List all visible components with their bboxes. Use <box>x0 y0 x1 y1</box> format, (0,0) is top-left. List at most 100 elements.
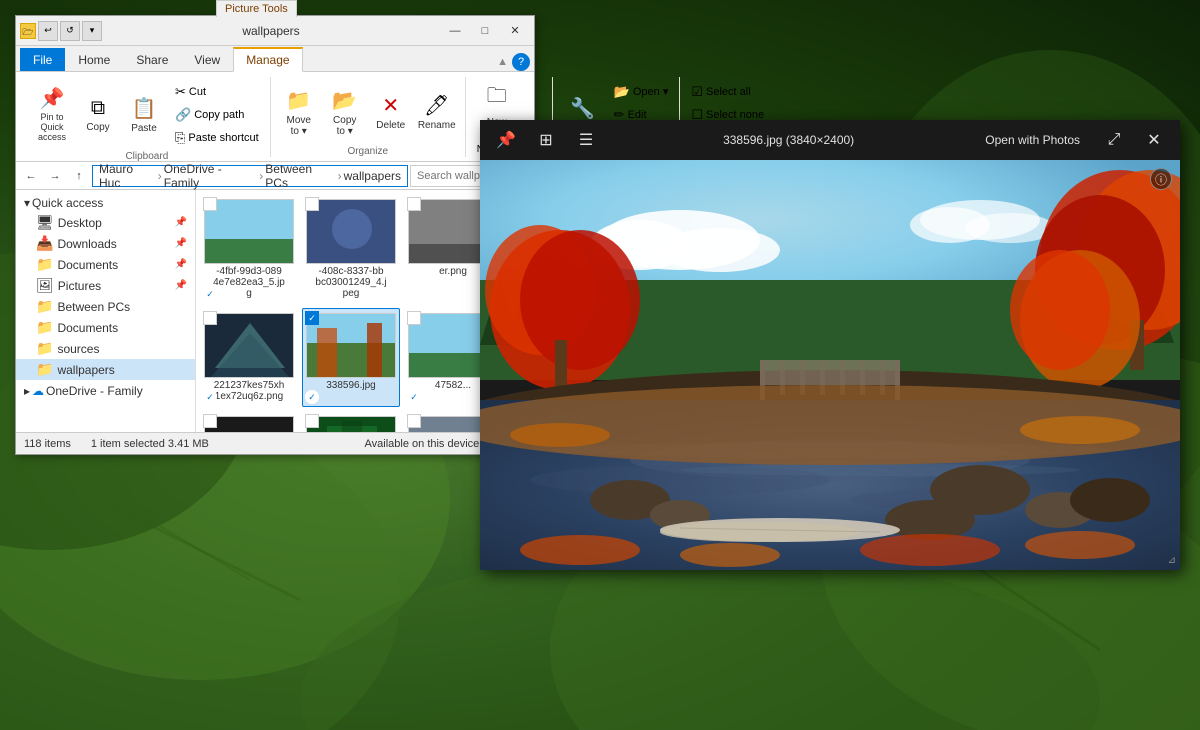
availability-info: Available on this device <box>365 438 480 450</box>
quick-access-btn[interactable]: ↩ <box>38 21 58 41</box>
sidebar-item-desktop[interactable]: 🖥 Desktop 📌 <box>16 212 195 233</box>
resize-handle[interactable]: ⊿ <box>1168 555 1176 566</box>
tab-home[interactable]: Home <box>65 48 123 71</box>
pictures-folder-icon: 🖼 <box>36 277 54 294</box>
path-between-pcs[interactable]: Between PCs <box>265 162 335 190</box>
tab-manage[interactable]: Manage <box>233 47 302 72</box>
sidebar-item-pictures[interactable]: 🖼 Pictures 📌 <box>16 275 195 296</box>
onedrive-label: OneDrive - Family <box>46 384 143 398</box>
path-onedrive[interactable]: OneDrive - Family <box>164 162 258 190</box>
file-item-5[interactable]: ✓ ✓ 338596.jpg <box>302 308 400 407</box>
copy-to-label: Copyto ▾ <box>333 115 356 137</box>
sidebar-item-sources[interactable]: 📁 sources <box>16 338 195 359</box>
paste-icon: 📋 <box>132 96 157 121</box>
copy-path-btn[interactable]: 🔗 Copy path <box>170 104 264 126</box>
file-item-1[interactable]: ✓ -4fbf-99d3-0894e7e82ea3_5.jpg <box>200 194 298 304</box>
sidebar-item-docs-sub[interactable]: 📁 Documents <box>16 317 195 338</box>
address-path[interactable]: Mauro Huc › OneDrive - Family › Between … <box>92 165 408 187</box>
photos-title: 338596.jpg (3840×2400) <box>610 133 967 147</box>
between-pcs-folder-icon: 📁 <box>36 298 53 315</box>
sync-5: ✓ <box>305 390 319 404</box>
maximize-btn[interactable]: □ <box>470 21 500 41</box>
item-count: 118 items <box>24 438 71 450</box>
move-label: Moveto ▾ <box>287 115 311 137</box>
sidebar-item-documents-label: Documents <box>57 258 118 272</box>
ribbon-collapse-btn[interactable]: ▲ <box>497 56 508 68</box>
customize-btn[interactable]: ▾ <box>82 21 102 41</box>
rename-btn[interactable]: 🖊 Rename <box>415 83 459 141</box>
photos-close-btn[interactable]: ✕ <box>1138 124 1170 156</box>
back-btn[interactable]: ← <box>20 165 42 187</box>
select-all-btn[interactable]: ☑ Select all <box>686 81 784 103</box>
minimize-btn[interactable]: — <box>440 21 470 41</box>
sidebar-item-between-pcs-label: Between PCs <box>57 300 130 314</box>
close-btn[interactable]: ✕ <box>500 21 530 41</box>
check-5: ✓ <box>305 311 319 325</box>
photos-pin-btn[interactable]: 📌 <box>490 124 522 156</box>
sidebar-item-downloads[interactable]: 📥 Downloads 📌 <box>16 233 195 254</box>
open-btn[interactable]: 📂 Open ▾ <box>609 81 674 103</box>
paste-btn[interactable]: 📋 Paste <box>122 86 166 144</box>
photos-open-with-btn[interactable]: Open with Photos <box>975 129 1090 151</box>
sidebar-item-desktop-label: Desktop <box>58 216 102 230</box>
onedrive-section: ▸ ☁ OneDrive - Family <box>16 382 195 400</box>
sidebar-header-quick-access[interactable]: ▾ Quick access <box>16 194 195 212</box>
desktop-pin-icon: 📌 <box>175 217 187 228</box>
docs-sub-folder-icon: 📁 <box>36 319 53 336</box>
check-6 <box>407 311 421 325</box>
tab-share[interactable]: Share <box>123 48 181 71</box>
select-all-label: Select all <box>706 86 751 98</box>
organize-btns: 📁 Moveto ▾ 📂 Copyto ▾ ✕ Delete 🖊 Rename <box>277 77 459 144</box>
title-bar-left: 🗁 ↩ ↺ ▾ <box>20 21 102 41</box>
photos-expand-btn[interactable]: ⊞ <box>530 124 562 156</box>
sidebar-item-wallpapers[interactable]: 📁 wallpapers <box>16 359 195 380</box>
downloads-pin-icon: 📌 <box>175 238 187 249</box>
sidebar-header-onedrive[interactable]: ▸ ☁ OneDrive - Family <box>16 382 195 400</box>
sidebar: ▾ Quick access 🖥 Desktop 📌 📥 Downloads 📌… <box>16 190 196 432</box>
check-3 <box>407 197 421 211</box>
address-bar: ← → ↑ Mauro Huc › OneDrive - Family › Be… <box>16 162 534 190</box>
file-item-8[interactable]: ✓ abba3f36-8021-423c-99c8-75... <box>302 411 400 432</box>
tab-view[interactable]: View <box>181 48 233 71</box>
photos-info-btn[interactable]: ⓘ <box>1150 168 1172 190</box>
pin-label: Pin to Quickaccess <box>33 113 71 143</box>
file-name-4: 221237kes75xh1ex72uq6z.png <box>214 380 285 402</box>
sidebar-item-documents[interactable]: 📁 Documents 📌 <box>16 254 195 275</box>
downloads-folder-icon: 📥 <box>36 235 53 252</box>
up-btn[interactable]: ↑ <box>68 165 90 187</box>
title-bar: 🗁 ↩ ↺ ▾ wallpapers Picture Tools — □ ✕ <box>16 16 534 46</box>
file-item-2[interactable]: -408c-8337-bbbc03001249_4.jpeg <box>302 194 400 304</box>
move-to-btn[interactable]: 📁 Moveto ▾ <box>277 83 321 141</box>
sidebar-item-downloads-label: Downloads <box>57 237 116 251</box>
clipboard-small-btns: ✂ Cut 🔗 Copy path ⎘ Paste shortcut <box>170 81 264 149</box>
file-item-4[interactable]: ✓ 221237kes75xh1ex72uq6z.png <box>200 308 298 407</box>
quick-access-label: Quick access <box>32 196 103 210</box>
delete-btn[interactable]: ✕ Delete <box>369 83 413 141</box>
pin-to-quick-access-btn[interactable]: 📌 Pin to Quickaccess <box>30 86 74 144</box>
path-wallpapers[interactable]: wallpapers <box>344 169 401 183</box>
status-bar: 118 items 1 item selected 3.41 MB Availa… <box>16 432 534 454</box>
forward-btn[interactable]: → <box>44 165 66 187</box>
paste-shortcut-btn[interactable]: ⎘ Paste shortcut <box>170 127 264 149</box>
sidebar-item-docs-sub-label: Documents <box>57 321 118 335</box>
paste-shortcut-icon: ⎘ <box>175 130 185 146</box>
file-item-7[interactable]: aakjroeer.png <box>200 411 298 432</box>
explorer-window: 🗁 ↩ ↺ ▾ wallpapers Picture Tools — □ ✕ F… <box>15 15 535 455</box>
file-name-3: er.png <box>439 266 467 277</box>
photos-maximize-btn[interactable]: ⤢ <box>1098 124 1130 156</box>
cut-label: Cut <box>189 86 206 98</box>
photos-viewer-window: 📌 ⊞ ☰ 338596.jpg (3840×2400) Open with P… <box>480 120 1180 570</box>
sidebar-item-between-pcs[interactable]: 📁 Between PCs <box>16 296 195 317</box>
cut-btn[interactable]: ✂ Cut <box>170 81 264 103</box>
path-mauro[interactable]: Mauro Huc <box>99 162 156 190</box>
sidebar-item-sources-label: sources <box>57 342 99 356</box>
copy-btn[interactable]: ⧉ Copy <box>76 86 120 144</box>
photos-details-btn[interactable]: ☰ <box>570 124 602 156</box>
help-btn[interactable]: ? <box>512 53 530 71</box>
undo-btn[interactable]: ↺ <box>60 21 80 41</box>
check-2 <box>305 197 319 211</box>
window-controls: — □ ✕ <box>440 21 530 41</box>
tab-file[interactable]: File <box>20 48 65 71</box>
copy-to-btn[interactable]: 📂 Copyto ▾ <box>323 83 367 141</box>
paste-label: Paste <box>131 123 157 134</box>
